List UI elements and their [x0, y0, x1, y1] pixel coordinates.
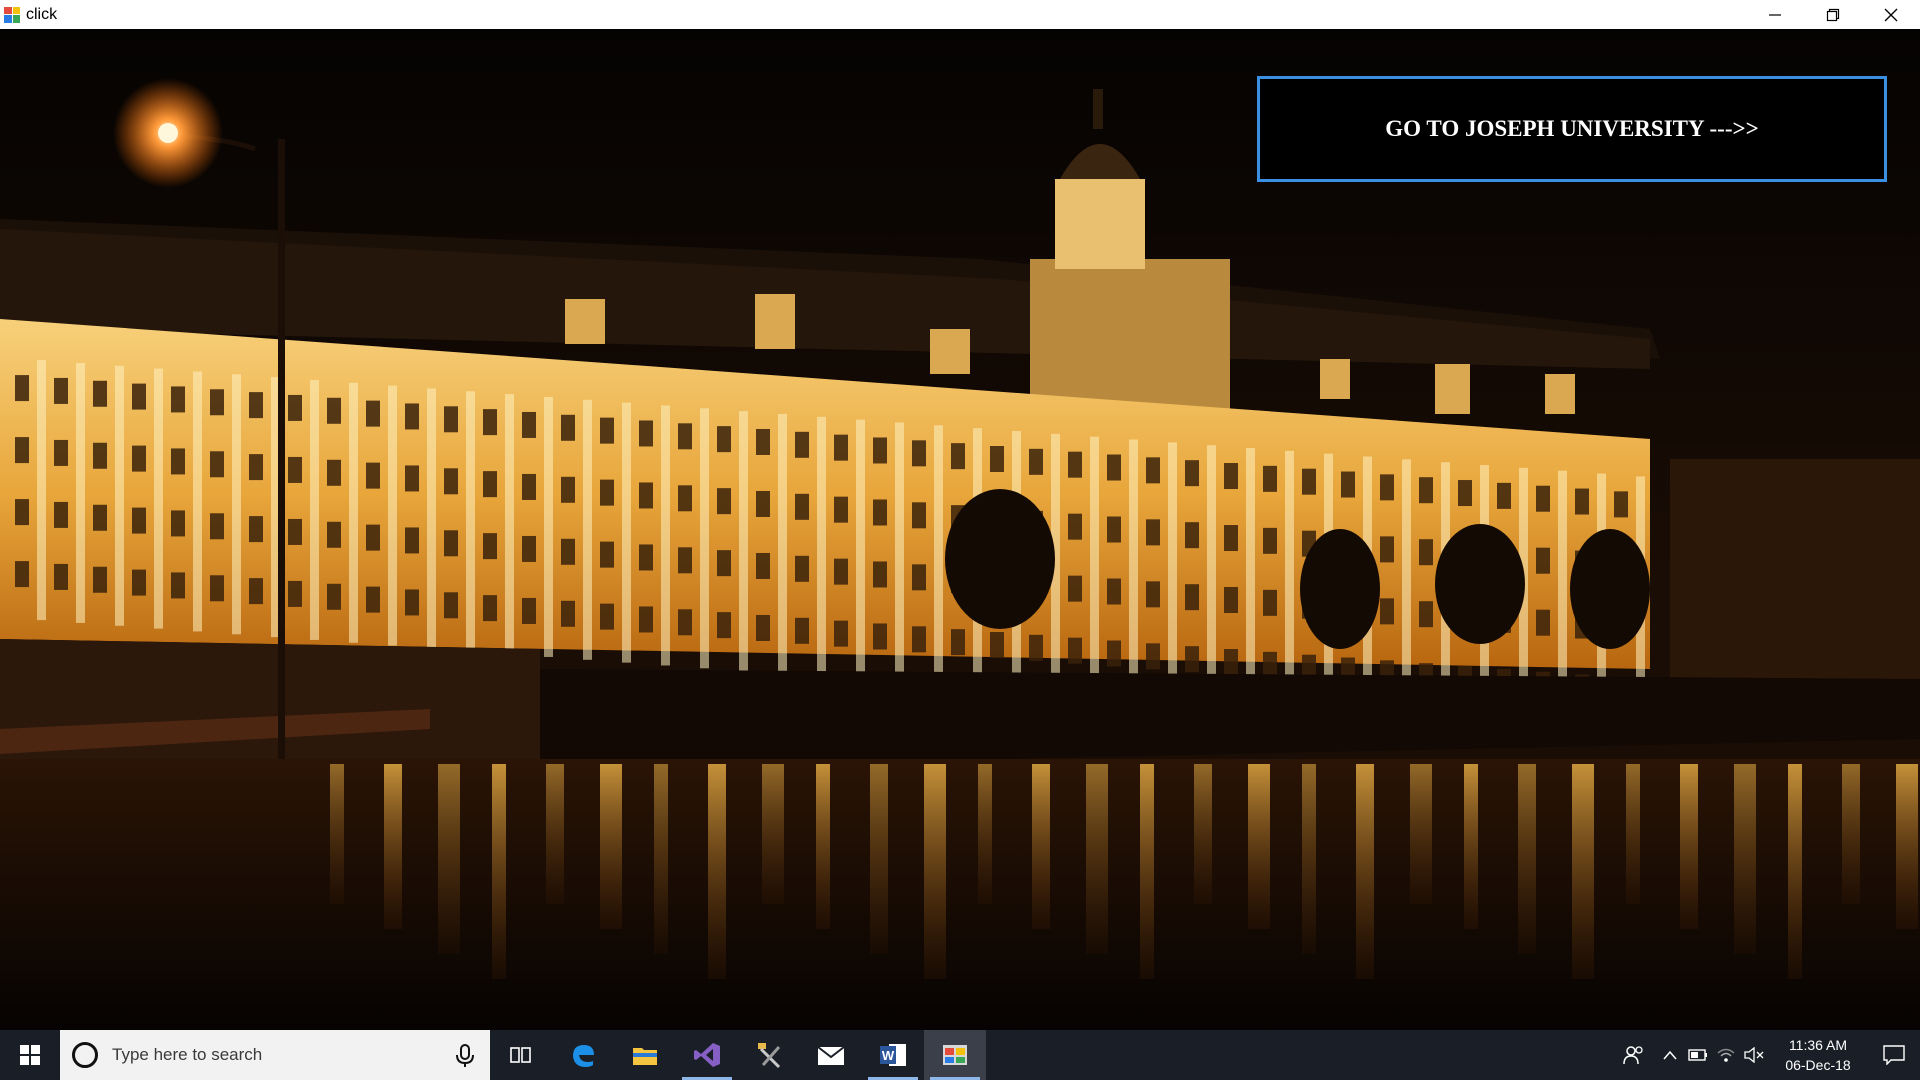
action-center-button[interactable]: [1868, 1030, 1920, 1080]
window-title: click: [26, 5, 58, 23]
network-status[interactable]: [1712, 1030, 1740, 1080]
mail-icon: [817, 1046, 845, 1065]
click-app-icon: [943, 1045, 967, 1065]
click-app-button[interactable]: [924, 1030, 986, 1080]
search-placeholder: Type here to search: [112, 1045, 263, 1064]
go-to-university-button[interactable]: GO TO JOSEPH UNIVERSITY --->>: [1257, 76, 1887, 182]
show-hidden-icons-button[interactable]: [1656, 1030, 1684, 1080]
system-tray: 11:36 AM 06-Dec-18: [1612, 1030, 1920, 1080]
window-title-bar[interactable]: click: [0, 0, 1920, 29]
battery-icon: [1688, 1049, 1707, 1061]
microphone-icon[interactable]: [454, 1044, 476, 1068]
visual-studio-icon: [694, 1043, 720, 1067]
volume-control[interactable]: [1740, 1030, 1768, 1080]
close-icon: [1884, 8, 1898, 21]
notification-icon: [1883, 1045, 1905, 1065]
restore-icon: [1826, 8, 1840, 21]
taskbar-clock[interactable]: 11:36 AM 06-Dec-18: [1772, 1035, 1864, 1075]
visual-studio-button[interactable]: [676, 1030, 738, 1080]
mail-button[interactable]: [800, 1030, 862, 1080]
tools-button[interactable]: [738, 1030, 800, 1080]
windows-logo-icon: [20, 1045, 40, 1065]
svg-text:W: W: [882, 1048, 895, 1063]
minimize-icon: [1769, 13, 1781, 16]
app-window-icon: [4, 6, 20, 23]
client-area: GO TO JOSEPH UNIVERSITY --->>: [0, 29, 1920, 1030]
edge-icon: [573, 1045, 594, 1067]
word-icon: W: [880, 1044, 906, 1066]
file-explorer-button[interactable]: [614, 1030, 676, 1080]
start-button[interactable]: [0, 1030, 60, 1080]
word-button[interactable]: W: [862, 1030, 924, 1080]
wifi-icon: [1717, 1048, 1735, 1062]
tools-icon: [758, 1043, 781, 1069]
close-button[interactable]: [1862, 0, 1920, 29]
taskbar: Type here to search W 11:36 AM 06-Dec-18: [0, 1030, 1920, 1080]
edge-button[interactable]: [552, 1030, 614, 1080]
restore-button[interactable]: [1804, 0, 1862, 29]
chevron-up-icon: [1663, 1050, 1677, 1060]
clock-date: 06-Dec-18: [1785, 1057, 1851, 1073]
people-icon: [1623, 1046, 1643, 1065]
search-box[interactable]: Type here to search: [60, 1030, 490, 1080]
cortana-icon: [72, 1042, 98, 1068]
people-button[interactable]: [1612, 1030, 1656, 1080]
task-view-icon: [510, 1047, 531, 1063]
volume-muted-icon: [1744, 1047, 1764, 1063]
task-view-button[interactable]: [490, 1030, 552, 1080]
clock-time: 11:36 AM: [1788, 1037, 1848, 1053]
file-explorer-icon: [633, 1048, 657, 1065]
battery-status[interactable]: [1684, 1030, 1712, 1080]
minimize-button[interactable]: [1746, 0, 1804, 29]
